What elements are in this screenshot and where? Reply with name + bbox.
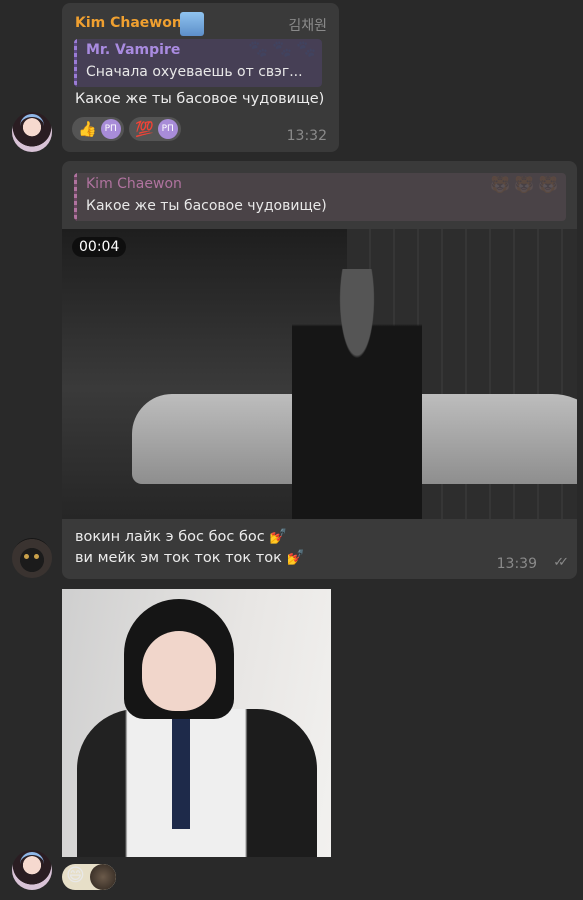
reply-preview[interactable]: 🐯🐯🐯 Kim Chaewon Какое же ты басовое чудо… [74,173,566,221]
photo-message[interactable] [62,589,331,857]
hundred-icon: 💯 [135,120,154,138]
photo-figure-face [142,631,216,711]
reply-preview[interactable]: 🐾🐾🐾 Mr. Vampire Сначала охуеваешь от свэ… [74,39,322,87]
reply-name: Kim Chaewon [86,176,182,192]
avatar-kim-chaewon[interactable] [12,850,52,890]
photo-figure-body [77,709,317,857]
reaction-sticker[interactable]: 😄 [62,864,116,890]
photo-figure-tie [172,719,190,829]
thumbs-up-icon: 👍 [78,120,97,138]
reply-pattern: 🐯🐯🐯 [490,175,562,194]
message-text: Какое же ты басовое чудовище) [75,91,325,107]
reply-name: Mr. Vampire [86,42,181,58]
reply-bar [74,173,77,221]
sender-tag: 김채원 [288,18,327,34]
idol-figure-icon [180,12,204,36]
reply-text: Какое же ты басовое чудовище) [86,198,327,214]
reply-pattern: 🐾🐾🐾 [248,39,320,58]
double-check-icon: ✓✓ [553,555,569,570]
message-bubble-1[interactable]: Kim Chaewon 김채원 🐾🐾🐾 Mr. Vampire Сначала … [62,3,339,152]
reaction-avatar: РП [100,119,121,139]
reaction-avatar: РП [157,119,178,139]
video-duration: 00:04 [72,237,127,257]
sender-name[interactable]: Kim Chaewon [75,15,182,31]
video-scene-person [292,269,422,519]
message-text-line-1: вокин лайк э бос бос бос 💅 [75,529,288,545]
grin-icon: 😄 [66,865,85,886]
avatar-cat[interactable] [12,538,52,578]
video-player[interactable]: 00:04 [62,229,577,519]
sticker-avatar [90,864,116,890]
message-text-line-2: ви мейк эм ток ток ток ток 💅 [75,550,305,566]
avatar-kim-chaewon[interactable] [12,112,52,152]
reply-text: Сначала охуеваешь от свэг... [86,64,303,80]
reaction-hundred[interactable]: 💯 РП [129,117,181,141]
message-time: 13:32 [286,128,327,144]
reaction-thumbs-up[interactable]: 👍 РП [72,117,124,141]
message-time: 13:39 [496,556,537,572]
reply-bar [74,39,77,87]
